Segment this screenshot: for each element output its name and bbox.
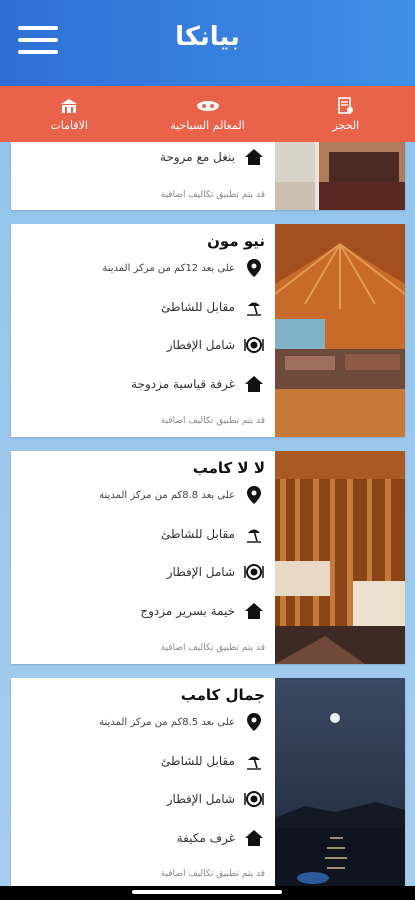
beach-text: مقابل للشاطئ: [161, 300, 235, 314]
beach-icon: [243, 750, 265, 772]
tab-accommodations-label: الاقامات: [50, 118, 88, 132]
tab-booking-label: الحجز: [332, 118, 360, 132]
accommodation-photo: [275, 678, 405, 886]
accommodation-name[interactable]: نيو مون: [207, 232, 265, 250]
beach-icon: [243, 523, 265, 545]
room-type: غرف مكيفة: [176, 831, 235, 845]
accommodation-photo: [275, 451, 405, 664]
tab-booking[interactable]: الحجز: [277, 86, 415, 142]
room-type: بنغل مع مروحة: [160, 150, 235, 164]
accommodation-photo: [275, 142, 405, 210]
home-icon: [243, 373, 265, 395]
breakfast-icon: [243, 334, 265, 356]
extra-costs-note: قد يتم تطبيق تكاليف اضافية: [160, 869, 265, 879]
room-type: خيمة بسرير مزدوج: [140, 604, 235, 618]
tab-bar: الحجز المعالم السياحية الاقامات: [0, 86, 415, 142]
extra-costs-note: قد يتم تطبيق تكاليف اضافية: [160, 643, 265, 653]
home-gesture-handle[interactable]: [132, 890, 282, 894]
breakfast-text: شامل الإفطار: [166, 792, 235, 806]
accommodations-icon: [59, 97, 79, 115]
accommodation-card[interactable]: جمال كامب على بعد 8.5كم من مركز المدينة …: [11, 678, 405, 886]
home-icon: [243, 146, 265, 168]
home-icon: [243, 600, 265, 622]
system-nav-bar: [0, 886, 415, 900]
accommodation-card[interactable]: نيو مون على بعد 12كم من مركز المدينة مقا…: [11, 224, 405, 437]
tab-landmarks[interactable]: المعالم السياحية: [138, 86, 276, 142]
beach-text: مقابل للشاطئ: [161, 754, 235, 768]
accommodation-name[interactable]: جمال كامب: [181, 686, 265, 704]
accommodation-card[interactable]: بنغل مع مروحة قد يتم تطبيق تكاليف اضافية: [11, 142, 405, 210]
distance-text: على بعد 8.5كم من مركز المدينة: [99, 716, 235, 728]
beach-icon: [243, 296, 265, 318]
breakfast-icon: [243, 788, 265, 810]
location-icon: [243, 711, 265, 733]
extra-costs-note: قد يتم تطبيق تكاليف اضافية: [160, 416, 265, 426]
app-bar: بيانكا: [0, 0, 415, 86]
breakfast-text: شامل الإفطار: [166, 338, 235, 352]
breakfast-text: شامل الإفطار: [166, 565, 235, 579]
booking-icon: [338, 96, 354, 115]
app-title: بيانكا: [175, 22, 240, 52]
tab-landmarks-label: المعالم السياحية: [170, 118, 245, 132]
home-icon: [243, 827, 265, 849]
accommodation-photo: [275, 224, 405, 437]
distance-text: على بعد 8.8كم من مركز المدينة: [99, 489, 235, 501]
beach-text: مقابل للشاطئ: [161, 527, 235, 541]
room-type: غرفة قياسية مزدوجة: [131, 377, 235, 391]
tab-accommodations[interactable]: الاقامات: [0, 86, 138, 142]
breakfast-icon: [243, 561, 265, 583]
landmarks-icon: [196, 97, 220, 115]
accommodation-name[interactable]: لا لا كامب: [193, 459, 265, 477]
location-icon: [243, 484, 265, 506]
extra-costs-note: قد يتم تطبيق تكاليف اضافية: [160, 190, 265, 200]
location-icon: [243, 257, 265, 279]
distance-text: على بعد 12كم من مركز المدينة: [102, 262, 235, 274]
accommodation-card[interactable]: لا لا كامب على بعد 8.8كم من مركز المدينة…: [11, 451, 405, 664]
accommodation-list[interactable]: بنغل مع مروحة قد يتم تطبيق تكاليف اضافية: [0, 142, 415, 886]
